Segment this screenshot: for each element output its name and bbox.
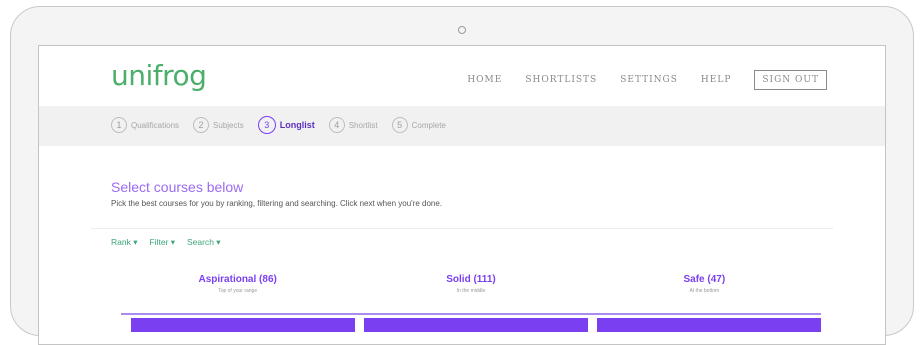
column-subtitle: Top of your range [218, 288, 258, 294]
step-label: Subjects [213, 120, 244, 130]
step-longlist[interactable]: 3 Longlist [257, 116, 315, 134]
main-content: Select courses below Pick the best cours… [39, 146, 885, 344]
sign-out-button[interactable]: SIGN OUT [754, 70, 827, 90]
columns-rule [121, 313, 821, 315]
step-complete[interactable]: 5 Complete [391, 117, 446, 133]
step-number: 5 [391, 117, 408, 133]
aspirational-course-card[interactable] [131, 318, 355, 332]
step-number: 2 [193, 117, 210, 133]
search-dropdown[interactable]: Search ▾ [187, 237, 221, 248]
column-subtitle: At the bottom [689, 288, 720, 294]
page-title: Select courses below [111, 179, 244, 195]
step-label: Qualifications [131, 120, 180, 130]
divider [91, 228, 833, 229]
column-safe: Safe (47) At the bottom [588, 274, 821, 294]
step-label: Complete [411, 120, 446, 130]
rank-dropdown[interactable]: Rank ▾ [111, 237, 137, 248]
step-label: Longlist [279, 120, 315, 130]
step-subjects[interactable]: 2 Subjects [193, 117, 244, 133]
column-subtitle: In the middle [456, 288, 486, 294]
unifrog-logo[interactable]: unifrog [111, 59, 207, 92]
step-shortlist[interactable]: 4 Shortlist [328, 117, 378, 133]
column-title: Solid (111) [446, 274, 496, 285]
browser-screen: unifrog HOME SHORTLISTS SETTINGS HELP SI… [38, 45, 886, 345]
solid-course-card[interactable] [364, 318, 588, 332]
step-label: Shortlist [348, 120, 378, 130]
nav-settings[interactable]: SETTINGS [620, 75, 678, 85]
safe-course-card[interactable] [597, 318, 821, 332]
top-navigation: unifrog HOME SHORTLISTS SETTINGS HELP SI… [39, 46, 885, 106]
step-number: 3 [257, 116, 276, 134]
column-solid: Solid (111) In the middle [354, 274, 587, 294]
filter-dropdown[interactable]: Filter ▾ [149, 237, 175, 248]
laptop-frame: unifrog HOME SHORTLISTS SETTINGS HELP SI… [10, 6, 914, 345]
camera-icon [458, 26, 466, 34]
nav-help[interactable]: HELP [701, 75, 731, 85]
column-title: Aspirational (86) [198, 274, 277, 285]
progress-steps-bar: 1 Qualifications 2 Subjects 3 Longlist 4… [39, 106, 885, 146]
nav-home[interactable]: HOME [467, 75, 502, 85]
step-number: 1 [111, 117, 127, 133]
course-cards-row [131, 318, 821, 332]
step-number: 4 [328, 117, 345, 133]
course-columns: Aspirational (86) Top of your range Soli… [121, 274, 821, 294]
filter-controls: Rank ▾ Filter ▾ Search ▾ [111, 237, 233, 248]
column-title: Safe (47) [683, 274, 726, 285]
page-instructions: Pick the best courses for you by ranking… [111, 199, 443, 208]
main-nav: HOME SHORTLISTS SETTINGS HELP SIGN OUT [444, 70, 827, 90]
column-aspirational: Aspirational (86) Top of your range [121, 274, 354, 294]
step-qualifications[interactable]: 1 Qualifications [111, 117, 179, 133]
nav-shortlists[interactable]: SHORTLISTS [525, 75, 597, 85]
progress-steps: 1 Qualifications 2 Subjects 3 Longlist 4… [111, 116, 460, 134]
